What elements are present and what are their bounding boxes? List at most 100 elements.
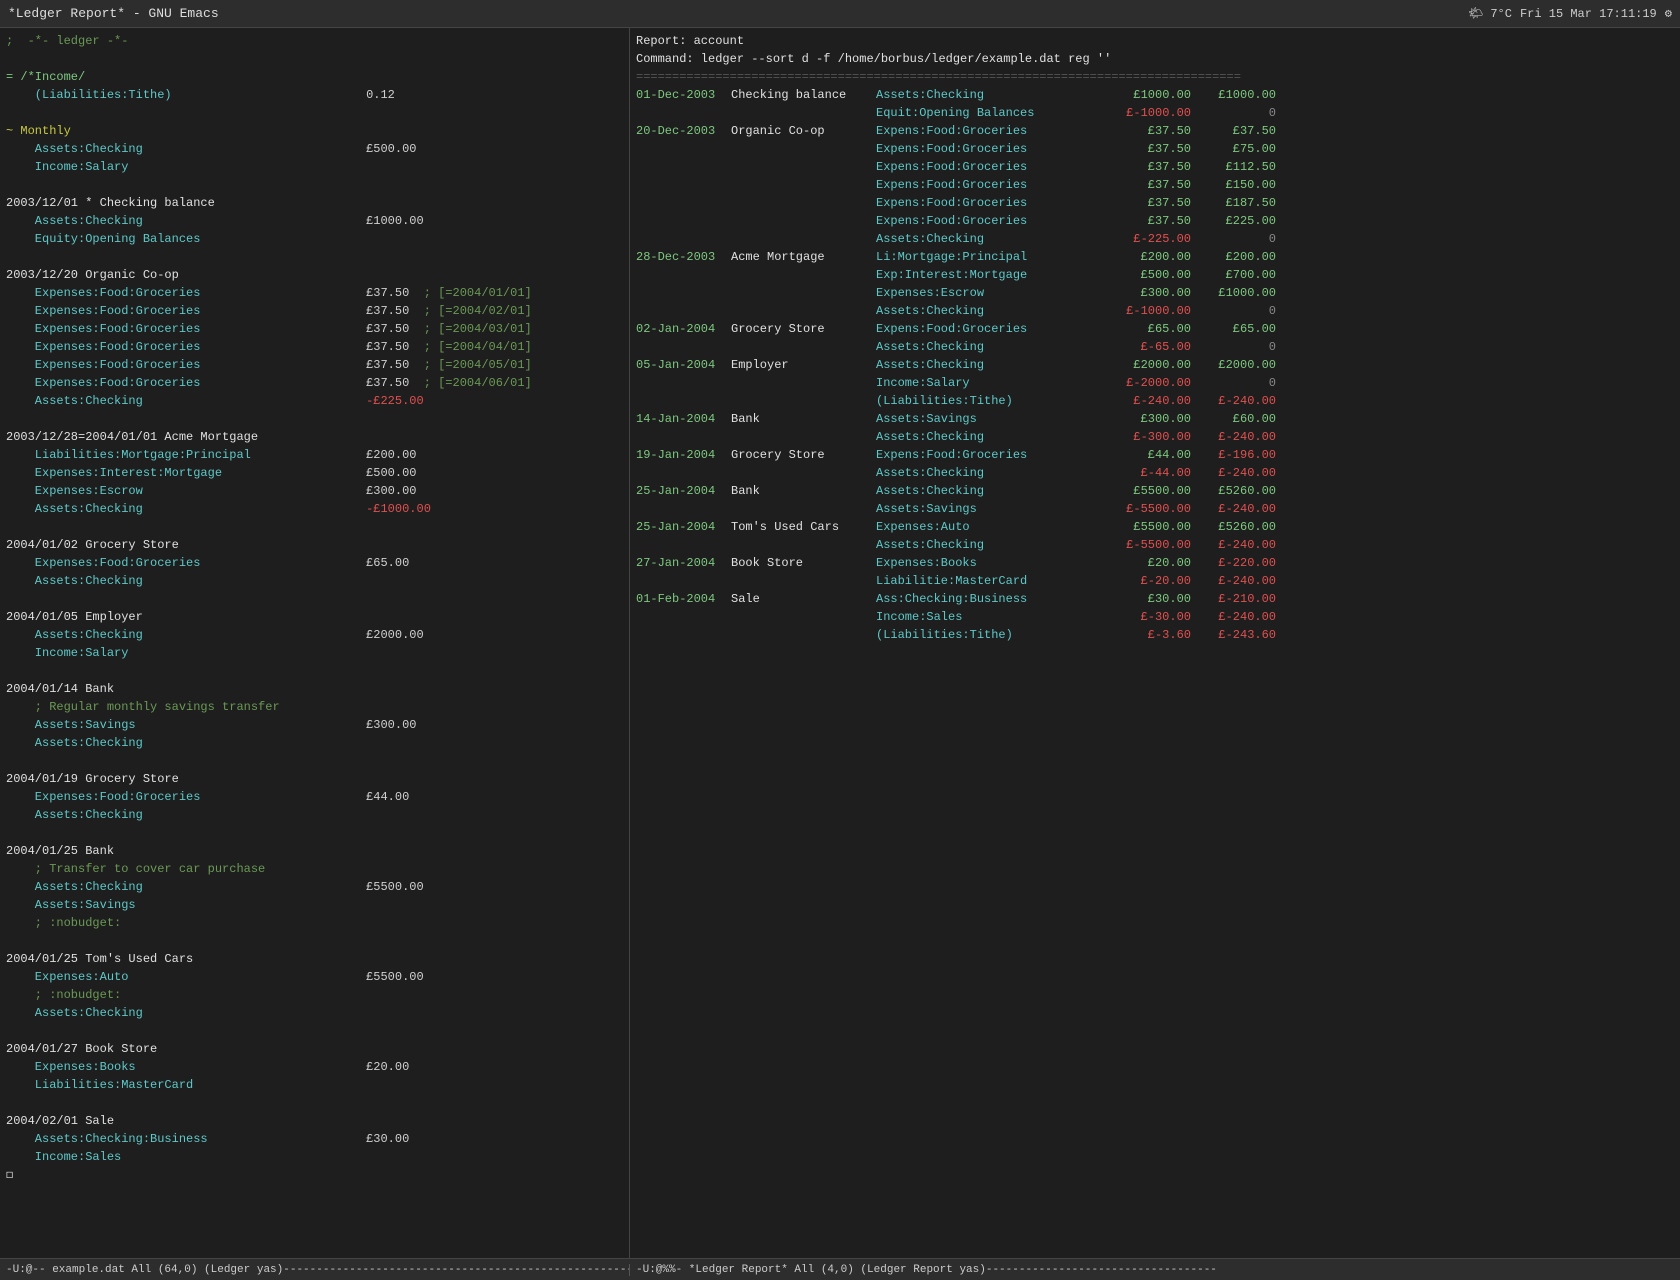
left-line: Expenses:Food:Groceries £37.50 ; [=2004/…: [6, 374, 623, 392]
left-line: Liabilities:MasterCard: [6, 1076, 623, 1094]
left-line: (Liabilities:Tithe) 0.12: [6, 86, 623, 104]
left-line: [6, 410, 623, 428]
report-row: Expens:Food:Groceries£37.50£150.00: [636, 176, 1674, 194]
left-line: Assets:Checking: [6, 1004, 623, 1022]
left-line: Assets:Checking £5500.00: [6, 878, 623, 896]
report-row: Expens:Food:Groceries£37.50£75.00: [636, 140, 1674, 158]
status-right: -U:@%%- *Ledger Report* All (4,0) (Ledge…: [630, 1264, 1680, 1276]
left-line: Expenses:Food:Groceries £44.00: [6, 788, 623, 806]
report-row: Assets:Checking£-5500.00£-240.00: [636, 536, 1674, 554]
report-row: Expens:Food:Groceries£37.50£112.50: [636, 158, 1674, 176]
report-separator: ========================================…: [636, 68, 1674, 86]
settings-icon[interactable]: ⚙: [1665, 6, 1672, 21]
report-row: Assets:Checking£-1000.000: [636, 302, 1674, 320]
left-pane[interactable]: ; -*- ledger -*- = /*Income/ (Liabilitie…: [0, 28, 630, 1258]
report-row: Liabilitie:MasterCard£-20.00£-240.00: [636, 572, 1674, 590]
right-pane[interactable]: Report: account Command: ledger --sort d…: [630, 28, 1680, 1258]
report-row: Assets:Savings£-5500.00£-240.00: [636, 500, 1674, 518]
report-row: 14-Jan-2004BankAssets:Savings£300.00£60.…: [636, 410, 1674, 428]
left-line: 2004/01/19 Grocery Store: [6, 770, 623, 788]
report-row: 19-Jan-2004Grocery StoreExpens:Food:Groc…: [636, 446, 1674, 464]
left-line: 2004/01/27 Book Store: [6, 1040, 623, 1058]
report-row: Income:Salary£-2000.000: [636, 374, 1674, 392]
left-line: Assets:Checking -£1000.00: [6, 500, 623, 518]
left-line: 2004/01/05 Employer: [6, 608, 623, 626]
titlebar-right: 🌤 7°C Fri 15 Mar 17:11:19 ⚙: [1468, 6, 1672, 21]
left-line: Income:Sales: [6, 1148, 623, 1166]
report-header: Report: account Command: ledger --sort d…: [636, 32, 1674, 86]
left-line: [6, 932, 623, 950]
left-line: 2004/01/02 Grocery Store: [6, 536, 623, 554]
left-line: 2003/12/01 * Checking balance: [6, 194, 623, 212]
status-bar: -U:@-- example.dat All (64,0) (Ledger ya…: [0, 1258, 1680, 1280]
report-row: Expenses:Escrow£300.00£1000.00: [636, 284, 1674, 302]
report-row: 01-Dec-2003Checking balanceAssets:Checki…: [636, 86, 1674, 104]
left-line: ; Transfer to cover car purchase: [6, 860, 623, 878]
report-row: (Liabilities:Tithe)£-3.60£-243.60: [636, 626, 1674, 644]
report-row: 02-Jan-2004Grocery StoreExpens:Food:Groc…: [636, 320, 1674, 338]
report-row: 20-Dec-2003Organic Co-opExpens:Food:Groc…: [636, 122, 1674, 140]
left-line: Assets:Checking: [6, 572, 623, 590]
left-line: Expenses:Food:Groceries £65.00: [6, 554, 623, 572]
left-line: [6, 752, 623, 770]
report-row: 27-Jan-2004Book StoreExpenses:Books£20.0…: [636, 554, 1674, 572]
left-line: Expenses:Interest:Mortgage £500.00: [6, 464, 623, 482]
left-line: Assets:Savings: [6, 896, 623, 914]
main-area: ; -*- ledger -*- = /*Income/ (Liabilitie…: [0, 28, 1680, 1258]
report-row: Assets:Checking£-44.00£-240.00: [636, 464, 1674, 482]
left-line: Expenses:Food:Groceries £37.50 ; [=2004/…: [6, 302, 623, 320]
left-line: [6, 590, 623, 608]
weather-display: 🌤 7°C: [1468, 6, 1512, 21]
status-left: -U:@-- example.dat All (64,0) (Ledger ya…: [0, 1264, 630, 1276]
report-row: 28-Dec-2003Acme MortgageLi:Mortgage:Prin…: [636, 248, 1674, 266]
titlebar-left: *Ledger Report* - GNU Emacs: [8, 6, 219, 21]
report-row: 25-Jan-2004Tom's Used CarsExpenses:Auto£…: [636, 518, 1674, 536]
left-line: Assets:Checking £2000.00: [6, 626, 623, 644]
left-line: Expenses:Books £20.00: [6, 1058, 623, 1076]
left-line: Expenses:Food:Groceries £37.50 ; [=2004/…: [6, 338, 623, 356]
report-row: Assets:Checking£-65.000: [636, 338, 1674, 356]
left-line: [6, 104, 623, 122]
left-line: Assets:Checking: [6, 734, 623, 752]
left-line: Expenses:Food:Groceries £37.50 ; [=2004/…: [6, 320, 623, 338]
left-line: ~ Monthly: [6, 122, 623, 140]
left-line: 2003/12/20 Organic Co-op: [6, 266, 623, 284]
left-line: 2003/12/28=2004/01/01 Acme Mortgage: [6, 428, 623, 446]
left-line: Assets:Savings £300.00: [6, 716, 623, 734]
report-row: Expens:Food:Groceries£37.50£225.00: [636, 212, 1674, 230]
report-row: 25-Jan-2004BankAssets:Checking£5500.00£5…: [636, 482, 1674, 500]
report-row: Exp:Interest:Mortgage£500.00£700.00: [636, 266, 1674, 284]
left-line: Income:Salary: [6, 644, 623, 662]
report-row: Assets:Checking£-225.000: [636, 230, 1674, 248]
left-line: [6, 50, 623, 68]
left-line: [6, 1022, 623, 1040]
left-line: 2004/01/25 Tom's Used Cars: [6, 950, 623, 968]
left-line: Assets:Checking £1000.00: [6, 212, 623, 230]
left-line: ; :nobudget:: [6, 914, 623, 932]
report-row: Income:Sales£-30.00£-240.00: [636, 608, 1674, 626]
left-line: ◻: [6, 1166, 623, 1184]
report-row: 05-Jan-2004EmployerAssets:Checking£2000.…: [636, 356, 1674, 374]
left-line: [6, 248, 623, 266]
left-line: 2004/02/01 Sale: [6, 1112, 623, 1130]
report-row: Assets:Checking£-300.00£-240.00: [636, 428, 1674, 446]
left-line: Liabilities:Mortgage:Principal £200.00: [6, 446, 623, 464]
left-line: Expenses:Auto £5500.00: [6, 968, 623, 986]
report-row: (Liabilities:Tithe)£-240.00£-240.00: [636, 392, 1674, 410]
clock-display: Fri 15 Mar 17:11:19: [1520, 7, 1657, 21]
report-row: 01-Feb-2004SaleAss:Checking:Business£30.…: [636, 590, 1674, 608]
app-title: *Ledger Report* - GNU Emacs: [8, 6, 219, 21]
left-line: Income:Salary: [6, 158, 623, 176]
titlebar: *Ledger Report* - GNU Emacs 🌤 7°C Fri 15…: [0, 0, 1680, 28]
left-line: ; :nobudget:: [6, 986, 623, 1004]
left-line: [6, 1094, 623, 1112]
report-label: Report: account: [636, 32, 1674, 50]
report-row: Equit:Opening Balances£-1000.000: [636, 104, 1674, 122]
left-line: [6, 176, 623, 194]
left-pane-content: ; -*- ledger -*- = /*Income/ (Liabilitie…: [6, 32, 623, 1184]
left-line: 2004/01/14 Bank: [6, 680, 623, 698]
left-line: Expenses:Food:Groceries £37.50 ; [=2004/…: [6, 284, 623, 302]
left-line: Expenses:Food:Groceries £37.50 ; [=2004/…: [6, 356, 623, 374]
left-line: Assets:Checking -£225.00: [6, 392, 623, 410]
left-line: 2004/01/25 Bank: [6, 842, 623, 860]
